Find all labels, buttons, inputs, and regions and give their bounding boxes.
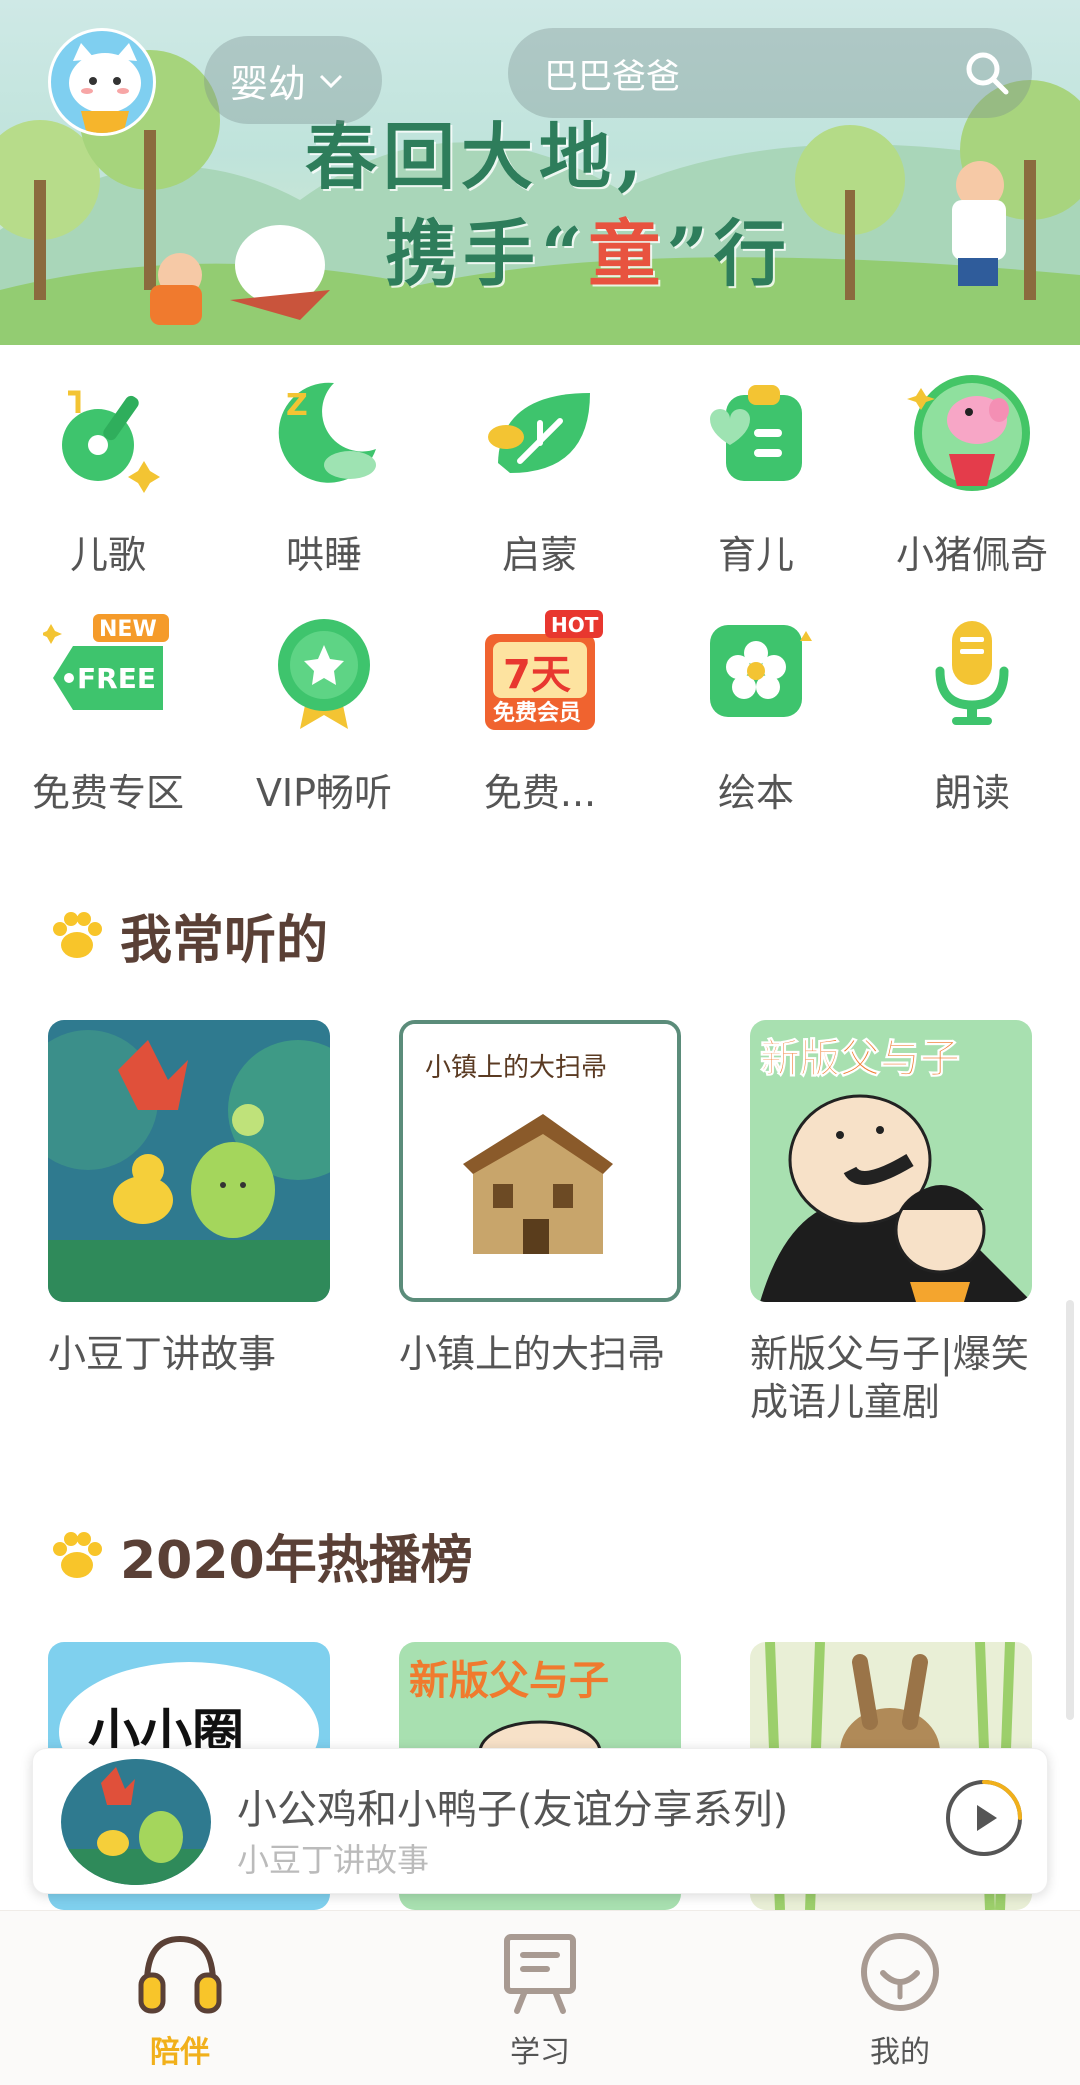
headphones-icon bbox=[138, 1935, 222, 2014]
category-row: 儿歌 Z 哄睡 启蒙 育儿 小猪佩奇 bbox=[0, 368, 1080, 606]
mini-player-cover bbox=[61, 1759, 211, 1885]
category-item-parenting[interactable]: 育儿 bbox=[648, 368, 864, 606]
category-item-free-zone[interactable]: NEW FREE 免费专区 bbox=[0, 606, 216, 844]
peppa-pig-icon bbox=[907, 368, 1037, 498]
category-label: 启蒙 bbox=[501, 533, 578, 577]
banner-headline-accent: 童 bbox=[588, 211, 667, 296]
vip-medal-icon bbox=[259, 606, 389, 736]
free-membership-text: 免费会员 bbox=[493, 700, 581, 726]
category-item-reading[interactable]: 朗读 bbox=[864, 606, 1080, 844]
album-card[interactable]: 小豆丁讲故事 bbox=[48, 1020, 330, 1378]
board-icon bbox=[504, 1934, 576, 2014]
album-cover: 小镇上的大扫帚 bbox=[399, 1020, 681, 1302]
guitar-icon bbox=[43, 368, 173, 498]
badge-hot: HOT bbox=[551, 613, 599, 637]
free-membership-icon: HOT 7天 免费会员 bbox=[475, 606, 605, 736]
search-icon[interactable] bbox=[942, 28, 1032, 118]
bottom-nav: 陪伴 学习 我的 bbox=[0, 1910, 1080, 2085]
album-cover bbox=[48, 1020, 330, 1302]
smile-face-icon bbox=[861, 1933, 939, 2011]
nav-tab-companion[interactable]: 陪伴 bbox=[0, 1911, 360, 2085]
search-bar[interactable]: 巴巴爸爸 bbox=[508, 28, 1032, 118]
svg-text:Z: Z bbox=[286, 388, 308, 423]
age-selector[interactable]: 婴幼 bbox=[204, 36, 382, 124]
section-title-text: 我常听的 bbox=[120, 911, 329, 971]
cover-title: 新版父与子 bbox=[760, 1036, 960, 1082]
play-icon bbox=[977, 1805, 997, 1831]
moon-icon: Z bbox=[259, 368, 389, 498]
album-card[interactable]: 新版父与子 新版父与子|爆笑成语儿童剧 bbox=[750, 1020, 1032, 1426]
age-selector-label: 婴幼 bbox=[230, 61, 307, 106]
avatar[interactable] bbox=[48, 28, 156, 136]
category-item-free-membership[interactable]: HOT 7天 免费会员 免费... bbox=[432, 606, 648, 844]
nav-label: 我的 bbox=[870, 2035, 930, 2070]
category-label: 育儿 bbox=[717, 533, 794, 577]
category-label: 绘本 bbox=[717, 771, 794, 815]
mini-player[interactable]: 小公鸡和小鸭子(友谊分享系列) 小豆丁讲故事 bbox=[32, 1748, 1048, 1894]
category-label: 免费... bbox=[483, 771, 597, 815]
section-title-text: 2020年热播榜 bbox=[120, 1531, 473, 1591]
badge-new: NEW bbox=[99, 617, 157, 642]
category-item-picture-book[interactable]: 绘本 bbox=[648, 606, 864, 844]
album-card[interactable]: 小镇上的大扫帚 小镇上的大扫帚 bbox=[399, 1020, 681, 1378]
banner-headline-2: 携手“童”行 bbox=[385, 195, 792, 300]
mini-player-title: 小公鸡和小鸭子(友谊分享系列) bbox=[237, 1787, 789, 1833]
category-row: NEW FREE 免费专区 VIP畅听 HOT 7天免费会员 免费... 绘本 bbox=[0, 606, 1080, 844]
clipboard-icon bbox=[691, 368, 821, 498]
mini-player-subtitle: 小豆丁讲故事 bbox=[237, 1841, 430, 1879]
section-title-frequent: 我常听的 bbox=[48, 898, 328, 973]
microphone-icon bbox=[907, 606, 1037, 736]
category-grid: 儿歌 Z 哄睡 启蒙 育儿 小猪佩奇 NEW FREE 免费专区 VIP畅听 H… bbox=[0, 368, 1080, 844]
banner-headline-part: 携手“ bbox=[385, 211, 589, 296]
category-label: 小猪佩奇 bbox=[895, 533, 1048, 577]
cover-title: 小镇上的大扫帚 bbox=[425, 1053, 607, 1083]
album-title: 小镇上的大扫帚 bbox=[399, 1332, 666, 1376]
free-days-text: 7天 bbox=[503, 652, 571, 698]
chevron-down-icon bbox=[318, 63, 344, 98]
nav-tab-mine[interactable]: 我的 bbox=[720, 1911, 1080, 2085]
category-item-songs[interactable]: 儿歌 bbox=[0, 368, 216, 606]
cover-title: 新版父与子 bbox=[409, 1658, 609, 1704]
section-title-hot2020: 2020年热播榜 bbox=[48, 1518, 473, 1593]
play-button[interactable] bbox=[943, 1777, 1025, 1859]
banner-headline-part: ”行 bbox=[666, 211, 792, 296]
flower-book-icon bbox=[691, 606, 821, 736]
album-title: 新版父与子|爆笑成语儿童剧 bbox=[750, 1332, 1029, 1424]
nav-label: 陪伴 bbox=[150, 2035, 210, 2070]
category-label: 儿歌 bbox=[69, 533, 146, 577]
category-item-enlighten[interactable]: 启蒙 bbox=[432, 368, 648, 606]
scrollbar[interactable] bbox=[1066, 1300, 1074, 1720]
category-item-vip[interactable]: VIP畅听 bbox=[216, 606, 432, 844]
category-label: VIP畅听 bbox=[255, 771, 393, 815]
album-cover: 新版父与子 bbox=[750, 1020, 1032, 1302]
free-tag-icon: NEW FREE bbox=[43, 606, 173, 736]
category-item-peppa[interactable]: 小猪佩奇 bbox=[864, 368, 1080, 606]
category-label: 免费专区 bbox=[31, 771, 184, 815]
category-item-sleep[interactable]: Z 哄睡 bbox=[216, 368, 432, 606]
category-label: 朗读 bbox=[933, 771, 1010, 815]
nav-tab-study[interactable]: 学习 bbox=[360, 1911, 720, 2085]
paw-icon bbox=[53, 911, 102, 958]
leaf-icon bbox=[475, 368, 605, 498]
play-progress-arc bbox=[982, 1780, 1022, 1820]
free-tag-text: FREE bbox=[77, 662, 156, 695]
album-title: 小豆丁讲故事 bbox=[48, 1332, 277, 1376]
nav-label: 学习 bbox=[510, 2035, 570, 2070]
search-input[interactable]: 巴巴爸爸 bbox=[544, 49, 942, 98]
paw-icon bbox=[53, 1531, 102, 1578]
category-label: 哄睡 bbox=[285, 533, 362, 577]
